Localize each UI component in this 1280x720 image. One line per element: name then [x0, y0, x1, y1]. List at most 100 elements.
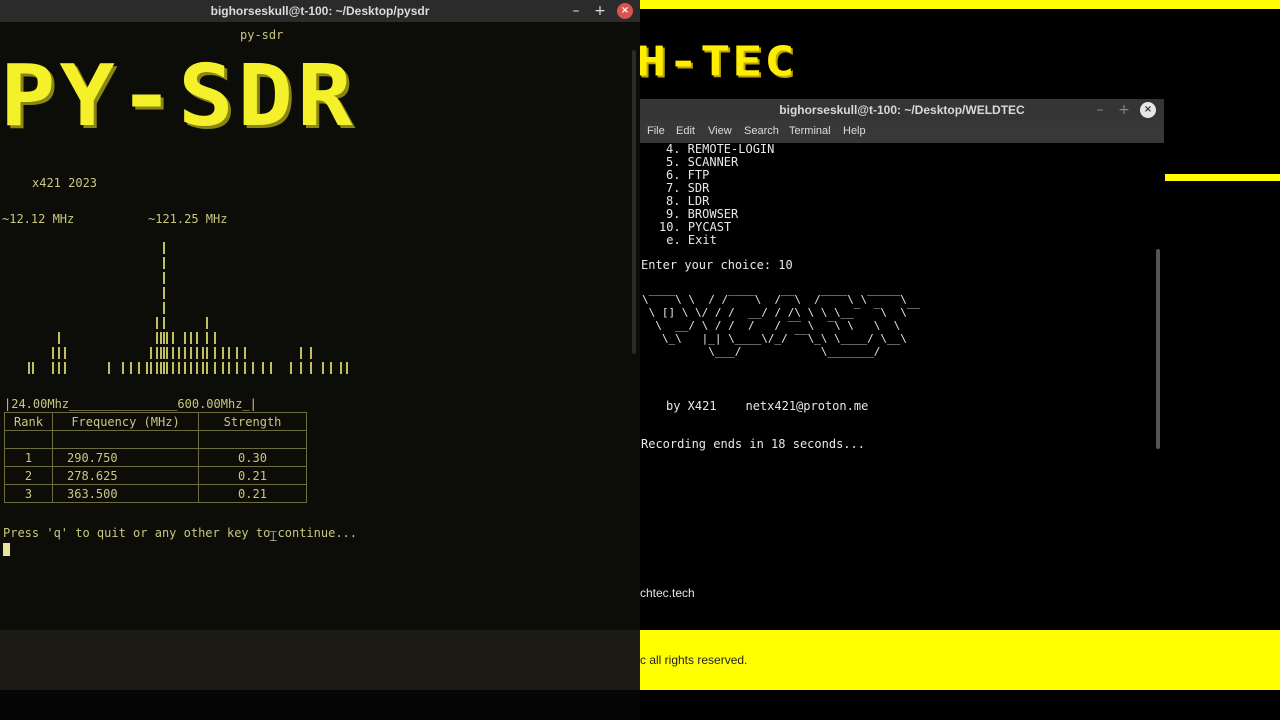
table-row: 3 363.500 0.21 [4, 484, 307, 503]
scrollbar[interactable] [1156, 249, 1160, 449]
pysdr-ascii-banner: PY-SDR [0, 46, 357, 146]
table-row: 2 278.625 0.21 [4, 466, 307, 485]
maximize-button[interactable]: + [1116, 102, 1132, 118]
spectrum-bar [196, 362, 198, 374]
spectrum-bar [64, 362, 66, 374]
spectrum-bar [206, 362, 208, 374]
menu-file[interactable]: File [647, 125, 665, 137]
menu-line: 4. REMOTE-LOGIN [666, 142, 775, 156]
close-button[interactable]: × [617, 3, 633, 19]
scrollbar[interactable] [632, 50, 636, 354]
spectrum-bar [190, 347, 192, 359]
frequency-cell: 278.625 [52, 466, 199, 485]
spectrum-bar [150, 347, 152, 359]
table-header-row: Rank Frequency (MHz) Strength [4, 412, 307, 431]
spectrum-bar [214, 362, 216, 374]
desktop-bottom-strip [0, 690, 640, 720]
spectrum-bar [310, 347, 312, 359]
frequency-cell: 290.750 [52, 448, 199, 467]
site-logo: H-TEC [640, 38, 797, 86]
close-button[interactable]: × [1140, 102, 1156, 118]
spectrum-bar [156, 317, 158, 329]
strength-cell: 0.30 [198, 448, 307, 467]
yellow-top-bar [640, 0, 1280, 9]
spectrum-bar [172, 362, 174, 374]
minimize-button[interactable]: – [568, 3, 584, 19]
spectrum-bar [138, 362, 140, 374]
spectrum-bar [184, 347, 186, 359]
terminal-window-weldtec[interactable]: bighorseskull@t-100: ~/Desktop/WELDTEC –… [640, 99, 1164, 480]
spectrum-bar [300, 347, 302, 359]
site-link[interactable]: chtec.tech [640, 586, 695, 600]
spectrum-bar [163, 257, 165, 269]
spectrum-bar [28, 362, 30, 374]
continue-prompt: Press 'q' to quit or any other key to co… [3, 526, 358, 540]
spectrum-bar [163, 242, 165, 254]
footer-copyright: c all rights reserved. [640, 653, 748, 667]
menu-search[interactable]: Search [744, 125, 779, 137]
app-title: py-sdr [240, 28, 284, 42]
pycast-ascii-banner: \‾‾‾‾\ \ / /‾‾‾‾\ /‾‾\ /‾‾‾‾\ \‾‾‾‾‾\ \ … [642, 293, 921, 358]
menu-help[interactable]: Help [843, 125, 866, 137]
spectrum-bar [108, 362, 110, 374]
minimize-button[interactable]: – [1092, 102, 1108, 118]
spectrum-bar [178, 347, 180, 359]
spectrum-bar [146, 362, 148, 374]
col-rank: Rank [4, 412, 53, 431]
spectrum-bar [166, 332, 168, 344]
terminal-window-pysdr[interactable]: bighorseskull@t-100: ~/Desktop/pysdr – +… [0, 0, 640, 720]
spectrum-bar [196, 347, 198, 359]
spectrum-bar [202, 347, 204, 359]
author-year: x421 2023 [32, 176, 98, 190]
strength-cell: 0.21 [198, 484, 307, 503]
menu-terminal[interactable]: Terminal [789, 125, 831, 137]
spectrum-bar [166, 347, 168, 359]
menu-view[interactable]: View [708, 125, 732, 137]
ibeam-cursor-icon: ⌶ [269, 528, 278, 544]
spectrum-bar [163, 287, 165, 299]
spectrum-bar [52, 347, 54, 359]
frequency-range: |24.00Mhz_______________600.00Mhz_| [4, 397, 257, 411]
spectrum-bar [202, 362, 204, 374]
spectrum-bar [156, 347, 158, 359]
spectrum-bar [206, 347, 208, 359]
menu-line: 7. SDR [666, 181, 710, 195]
spectrum-bar [166, 362, 168, 374]
spectrum-bar [163, 272, 165, 284]
spectrum-bar [340, 362, 342, 374]
strength-cell: 0.21 [198, 466, 307, 485]
spectrum-bar [58, 362, 60, 374]
spectrum-bar [178, 362, 180, 374]
spectrum-bar [244, 347, 246, 359]
spectrum-bar [122, 362, 124, 374]
spectrum-bar [160, 347, 162, 359]
spectrum-bar [32, 362, 34, 374]
menu-line: 5. SCANNER [666, 155, 739, 169]
spectrum-bar [163, 317, 165, 329]
spectrum-bar [214, 347, 216, 359]
menu-edit[interactable]: Edit [676, 125, 695, 137]
spectrum-bar [64, 347, 66, 359]
spectrum-bar [190, 362, 192, 374]
spectrum-bar [322, 362, 324, 374]
spectrum-bar [262, 362, 264, 374]
rank-cell: 1 [4, 448, 53, 467]
spectrum-bar [270, 362, 272, 374]
spectrum-bar [156, 332, 158, 344]
maximize-button[interactable]: + [592, 3, 608, 19]
menu-line: 6. FTP [666, 168, 710, 182]
spectrum-bar [228, 347, 230, 359]
spectrum-bar [150, 362, 152, 374]
menu-line: 8. LDR [666, 194, 710, 208]
text-cursor [3, 543, 10, 556]
spectrum-bar [184, 362, 186, 374]
spectrum-bar [206, 332, 208, 344]
menu-line: 9. BROWSER [666, 207, 739, 221]
byline: by X421 netx421@proton.me [666, 399, 869, 413]
spectrum-bar [214, 332, 216, 344]
window-titlebar[interactable]: bighorseskull@t-100: ~/Desktop/WELDTEC –… [640, 99, 1164, 121]
spectrum-bar [330, 362, 332, 374]
window-titlebar[interactable]: bighorseskull@t-100: ~/Desktop/pysdr – +… [0, 0, 640, 22]
spectrum-bar [300, 362, 302, 374]
spectrum-bar [163, 362, 165, 374]
